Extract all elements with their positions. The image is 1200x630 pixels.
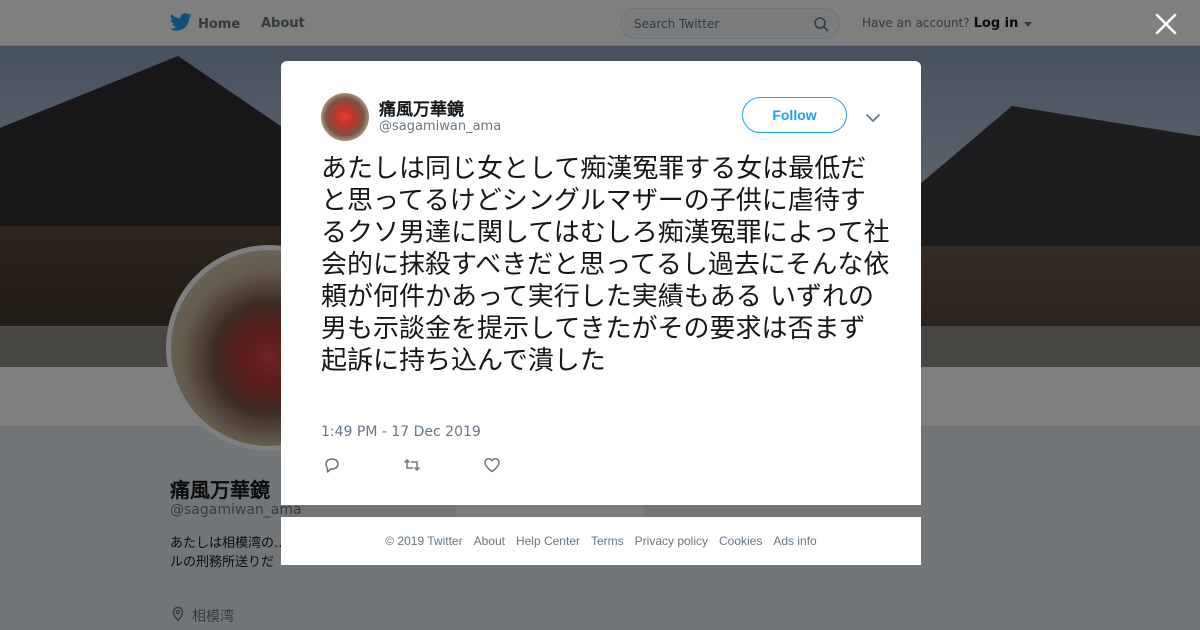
footer-link-help-center[interactable]: Help Center xyxy=(516,534,580,548)
tweet-author-handle[interactable]: @sagamiwan_ama xyxy=(379,119,501,134)
tweet-actions xyxy=(323,456,563,476)
chevron-down-icon[interactable] xyxy=(865,109,881,122)
like-icon[interactable] xyxy=(483,456,563,476)
footer-link-cookies[interactable]: Cookies xyxy=(719,534,762,548)
follow-button[interactable]: Follow xyxy=(742,97,847,133)
tweet-timestamp[interactable]: 1:49 PM - 17 Dec 2019 xyxy=(321,424,481,440)
reply-icon[interactable] xyxy=(323,456,403,476)
tweet-text: あたしは同じ女として痴漢冤罪する女は最低だと思ってるけどシングルマザーの子供に虐… xyxy=(321,154,890,376)
close-icon[interactable] xyxy=(1154,12,1178,36)
footer-links: © 2019 Twitter About Help Center Terms P… xyxy=(281,517,921,565)
footer-link-privacy[interactable]: Privacy policy xyxy=(635,534,708,548)
tweet-author-avatar[interactable] xyxy=(321,93,369,141)
footer-link-terms[interactable]: Terms xyxy=(591,534,624,548)
footer-link-ads-info[interactable]: Ads info xyxy=(773,534,816,548)
tweet-author-name[interactable]: 痛風万華鏡 xyxy=(379,95,464,120)
footer-link-about[interactable]: About xyxy=(474,534,505,548)
retweet-icon[interactable] xyxy=(403,456,483,476)
tweet-modal: 痛風万華鏡 @sagamiwan_ama Follow あたしは同じ女として痴漢… xyxy=(281,61,921,505)
footer-copyright: © 2019 Twitter xyxy=(385,534,463,548)
